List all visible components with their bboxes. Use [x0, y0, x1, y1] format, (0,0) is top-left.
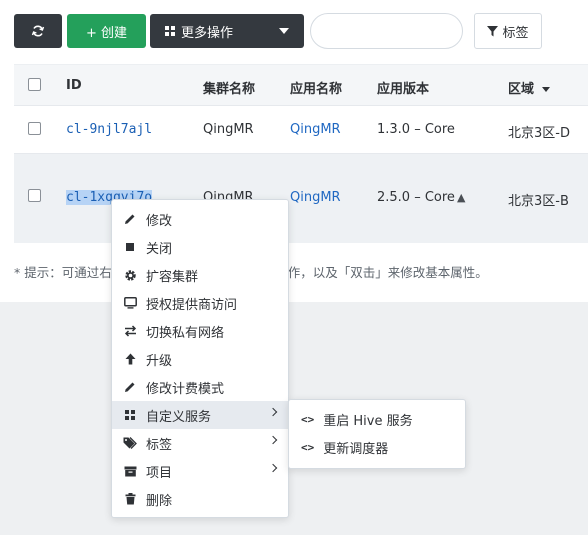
- menu-item-project[interactable]: 项目: [112, 457, 288, 485]
- filter-icon: [487, 25, 499, 36]
- menu-item-shutdown[interactable]: 关闭: [112, 233, 288, 261]
- app-version-cell: 2.5.0 – Core ▲: [377, 190, 465, 205]
- code-icon: <>: [301, 440, 315, 454]
- chevron-down-icon: [279, 28, 289, 34]
- menu-item-switch-vpc[interactable]: 切换私有网络: [112, 317, 288, 345]
- submenu-item-update-scheduler[interactable]: <> 更新调度器: [289, 433, 465, 461]
- sort-down-icon: [542, 87, 551, 92]
- more-actions-label: 更多操作: [181, 25, 234, 41]
- chevron-right-icon: [268, 435, 278, 445]
- menu-item-scale-cluster[interactable]: 扩容集群: [112, 261, 288, 289]
- stop-icon: [123, 240, 137, 254]
- submenu-item-restart-hive[interactable]: <> 重启 Hive 服务: [289, 405, 465, 433]
- pencil-icon: [123, 212, 137, 226]
- cluster-table: ID 集群名称 应用名称 应用版本 区域 cl-9njl7ajl QingMR …: [14, 64, 588, 243]
- tag-filter-label: 标签: [502, 25, 529, 41]
- zone-cell: 北京3区-D: [508, 126, 570, 141]
- row-checkbox[interactable]: [28, 122, 41, 135]
- tags-icon: [123, 436, 137, 450]
- chevron-right-icon: [268, 407, 278, 417]
- context-menu: 修改 关闭 扩容集群 授权提供商访问 切换私有网络 升级 修改计费模式 自定义服…: [111, 199, 289, 518]
- app-version-cell: 1.3.0 – Core: [377, 122, 455, 137]
- search-input[interactable]: [310, 13, 463, 49]
- app-name-link[interactable]: QingMR: [290, 122, 341, 137]
- table-row[interactable]: cl-9njl7ajl QingMR QingMR 1.3.0 – Core 北…: [14, 105, 588, 153]
- grid-dots-icon: [123, 408, 137, 422]
- row-checkbox[interactable]: [28, 189, 41, 202]
- menu-item-authorize-provider[interactable]: 授权提供商访问: [112, 289, 288, 317]
- monitor-icon: [123, 296, 137, 310]
- pencil-icon: [123, 380, 137, 394]
- column-header-cluster-name: 集群名称: [203, 82, 256, 97]
- grid-dots-icon: [165, 26, 175, 36]
- menu-item-tags[interactable]: 标签: [112, 429, 288, 457]
- hint-text-left: * 提示：可通过右: [14, 265, 112, 280]
- table-header: ID 集群名称 应用名称 应用版本 区域: [14, 64, 588, 105]
- refresh-icon: [31, 25, 45, 37]
- chevron-right-icon: [268, 463, 278, 473]
- folder-icon: [123, 464, 137, 478]
- code-icon: <>: [301, 412, 315, 426]
- refresh-button[interactable]: [14, 14, 62, 48]
- select-all-checkbox[interactable]: [28, 78, 41, 91]
- column-header-app-version: 应用版本: [377, 82, 430, 97]
- submenu-item-label: 更新调度器: [323, 441, 389, 457]
- gear-icon: [123, 268, 137, 282]
- table-row[interactable]: cl-1xqqvi7o QingMR QingMR 2.5.0 – Core ▲ …: [14, 153, 588, 243]
- menu-item-delete[interactable]: 删除: [112, 485, 288, 513]
- menu-item-label: 扩容集群: [146, 269, 199, 285]
- menu-item-label: 项目: [146, 465, 173, 481]
- app-name-link[interactable]: QingMR: [290, 190, 341, 205]
- menu-item-label: 授权提供商访问: [146, 297, 238, 313]
- menu-item-upgrade[interactable]: 升级: [112, 345, 288, 373]
- menu-item-label: 切换私有网络: [146, 325, 225, 341]
- menu-item-change-billing[interactable]: 修改计费模式: [112, 373, 288, 401]
- menu-item-label: 删除: [146, 493, 173, 509]
- menu-item-label: 升级: [146, 353, 173, 369]
- menu-item-modify[interactable]: 修改: [112, 205, 288, 233]
- more-actions-dropdown[interactable]: 更多操作: [150, 14, 304, 48]
- column-header-id: ID: [66, 78, 82, 93]
- menu-item-custom-service[interactable]: 自定义服务: [112, 401, 288, 429]
- app-version-text: 2.5.0 – Core: [377, 190, 455, 205]
- zone-cell: 北京3区-B: [508, 194, 569, 209]
- column-header-zone[interactable]: 区域: [508, 78, 551, 97]
- cluster-id-link[interactable]: cl-9njl7ajl: [66, 122, 152, 137]
- zone-header-label: 区域: [508, 82, 535, 97]
- menu-item-label: 自定义服务: [146, 409, 212, 425]
- tag-filter-button[interactable]: 标签: [474, 13, 542, 49]
- menu-item-label: 修改: [146, 213, 173, 229]
- menu-item-label: 关闭: [146, 241, 173, 257]
- arrow-up-icon: [123, 352, 137, 366]
- custom-service-submenu: <> 重启 Hive 服务 <> 更新调度器: [288, 399, 466, 469]
- menu-item-label: 标签: [146, 437, 173, 453]
- create-button[interactable]: + 创建: [67, 14, 146, 48]
- upgrade-available-icon: ▲: [456, 191, 466, 204]
- switch-arrows-icon: [123, 324, 137, 338]
- menu-item-label: 修改计费模式: [146, 381, 225, 397]
- cluster-name-cell: QingMR: [203, 122, 254, 137]
- toolbar: + 创建 更多操作 标签: [0, 0, 588, 62]
- submenu-item-label: 重启 Hive 服务: [323, 413, 413, 429]
- trash-icon: [123, 492, 137, 506]
- column-header-app-name: 应用名称: [290, 82, 343, 97]
